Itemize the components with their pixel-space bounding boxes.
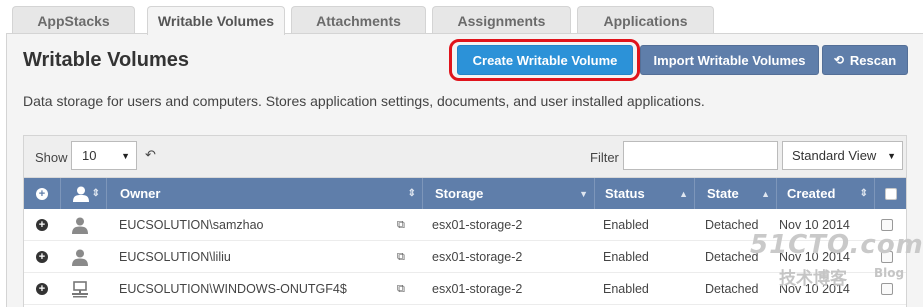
owner-column-header[interactable]: Owner ⇕ xyxy=(107,178,423,209)
create-writable-volume-button[interactable]: Create Writable Volume xyxy=(457,45,633,75)
storage-cell: esx01-storage-2 xyxy=(432,282,523,296)
tab-label: Assignments xyxy=(457,12,546,29)
table-row[interactable]: + EUCSOLUTION\samzhao ⧉ esx01-storage-2 … xyxy=(24,209,906,241)
created-header-label: Created xyxy=(787,186,836,201)
owner-cell: EUCSOLUTION\liliu xyxy=(119,250,231,264)
table-controls: Show 10 ▼ ↶ Filter Standard View ▼ xyxy=(24,136,906,178)
external-link-icon[interactable]: ⧉ xyxy=(397,273,405,305)
rescan-button[interactable]: ⟲ Rescan xyxy=(822,45,908,75)
expand-row-button[interactable]: + xyxy=(36,273,48,305)
type-column-header[interactable]: ⇕ xyxy=(61,178,107,209)
created-column-header[interactable]: Created ⇕ xyxy=(777,178,875,209)
tab-attachments[interactable]: Attachments xyxy=(291,6,426,34)
created-cell: Nov 10 2014 xyxy=(779,250,850,264)
state-column-header[interactable]: State ▲ xyxy=(695,178,777,209)
sort-icon: ⇕ xyxy=(859,188,868,199)
owner-header-label: Owner xyxy=(120,186,161,201)
tab-applications[interactable]: Applications xyxy=(577,6,714,34)
plus-circle-icon: + xyxy=(36,251,48,263)
state-cell: Detached xyxy=(705,218,759,232)
writable-volumes-panel: Writable Volumes Create Writable Volume … xyxy=(6,33,923,307)
select-all-checkbox[interactable] xyxy=(884,187,897,200)
import-writable-volumes-button[interactable]: Import Writable Volumes xyxy=(640,45,819,75)
table-row[interactable]: + EUCSOLUTION\WINDOWS-ONUTGF4$ ⧉ esx01-s… xyxy=(24,273,906,305)
filter-input[interactable] xyxy=(623,141,778,170)
tab-assignments[interactable]: Assignments xyxy=(432,6,571,34)
status-column-header[interactable]: Status ▲ xyxy=(595,178,695,209)
owner-cell: EUCSOLUTION\WINDOWS-ONUTGF4$ xyxy=(119,282,347,296)
tab-label: Applications xyxy=(603,12,688,29)
status-cell: Enabled xyxy=(603,250,649,264)
sort-desc-icon: ▼ xyxy=(579,188,588,199)
view-select[interactable]: Standard View ▼ xyxy=(782,141,903,170)
user-icon xyxy=(71,241,89,273)
create-button-label: Create Writable Volume xyxy=(472,52,618,68)
created-cell: Nov 10 2014 xyxy=(779,282,850,296)
expand-row-button[interactable]: + xyxy=(36,209,48,241)
row-checkbox[interactable] xyxy=(881,209,893,241)
tab-appstacks[interactable]: AppStacks xyxy=(12,6,135,34)
sort-icon: ⇕ xyxy=(91,188,100,199)
refresh-icon: ⟲ xyxy=(833,53,844,67)
tab-label: Attachments xyxy=(316,12,401,29)
row-checkbox[interactable] xyxy=(881,273,893,305)
page-size-value: 10 xyxy=(82,148,97,163)
status-header-label: Status xyxy=(605,186,645,201)
external-link-icon[interactable]: ⧉ xyxy=(397,209,405,241)
user-icon xyxy=(73,186,89,202)
expand-all-header[interactable]: + xyxy=(24,178,61,209)
tab-label: Writable Volumes xyxy=(157,13,275,29)
caret-down-icon: ▼ xyxy=(887,151,896,161)
volumes-table: Show 10 ▼ ↶ Filter Standard View ▼ + ⇕ O… xyxy=(23,135,907,307)
import-button-label: Import Writable Volumes xyxy=(653,52,806,68)
tab-bar: AppStacks Writable Volumes Attachments A… xyxy=(0,0,923,35)
storage-column-header[interactable]: Storage ▼ xyxy=(423,178,595,209)
filter-label: Filter xyxy=(590,150,619,165)
reset-icon[interactable]: ↶ xyxy=(145,147,156,163)
sort-icon: ⇕ xyxy=(407,188,416,199)
row-checkbox[interactable] xyxy=(881,241,893,273)
created-cell: Nov 10 2014 xyxy=(779,218,850,232)
page-title: Writable Volumes xyxy=(23,49,189,71)
status-cell: Enabled xyxy=(603,218,649,232)
rescan-button-label: Rescan xyxy=(849,52,897,68)
sort-asc-icon: ▲ xyxy=(761,188,770,199)
storage-header-label: Storage xyxy=(435,186,484,201)
table-row[interactable]: + EUCSOLUTION\liliu ⧉ esx01-storage-2 En… xyxy=(24,241,906,273)
state-header-label: State xyxy=(707,186,739,201)
page-description: Data storage for users and computers. St… xyxy=(23,93,705,109)
plus-circle-icon: + xyxy=(36,283,48,295)
view-select-value: Standard View xyxy=(792,148,877,163)
computer-icon xyxy=(71,273,89,305)
plus-circle-icon: + xyxy=(36,219,48,231)
storage-cell: esx01-storage-2 xyxy=(432,218,523,232)
plus-circle-icon: + xyxy=(36,187,48,200)
page-size-select[interactable]: 10 ▼ xyxy=(71,141,137,170)
caret-down-icon: ▼ xyxy=(121,151,130,161)
select-all-header[interactable] xyxy=(875,178,906,209)
owner-cell: EUCSOLUTION\samzhao xyxy=(119,218,264,232)
tab-writable-volumes[interactable]: Writable Volumes xyxy=(147,6,285,35)
status-cell: Enabled xyxy=(603,282,649,296)
state-cell: Detached xyxy=(705,282,759,296)
storage-cell: esx01-storage-2 xyxy=(432,250,523,264)
state-cell: Detached xyxy=(705,250,759,264)
external-link-icon[interactable]: ⧉ xyxy=(397,241,405,273)
expand-row-button[interactable]: + xyxy=(36,241,48,273)
sort-asc-icon: ▲ xyxy=(679,188,688,199)
show-label: Show xyxy=(35,150,68,165)
table-header: + ⇕ Owner ⇕ Storage ▼ Status ▲ State ▲ C… xyxy=(24,178,906,209)
user-icon xyxy=(71,209,89,241)
tab-label: AppStacks xyxy=(37,12,110,29)
